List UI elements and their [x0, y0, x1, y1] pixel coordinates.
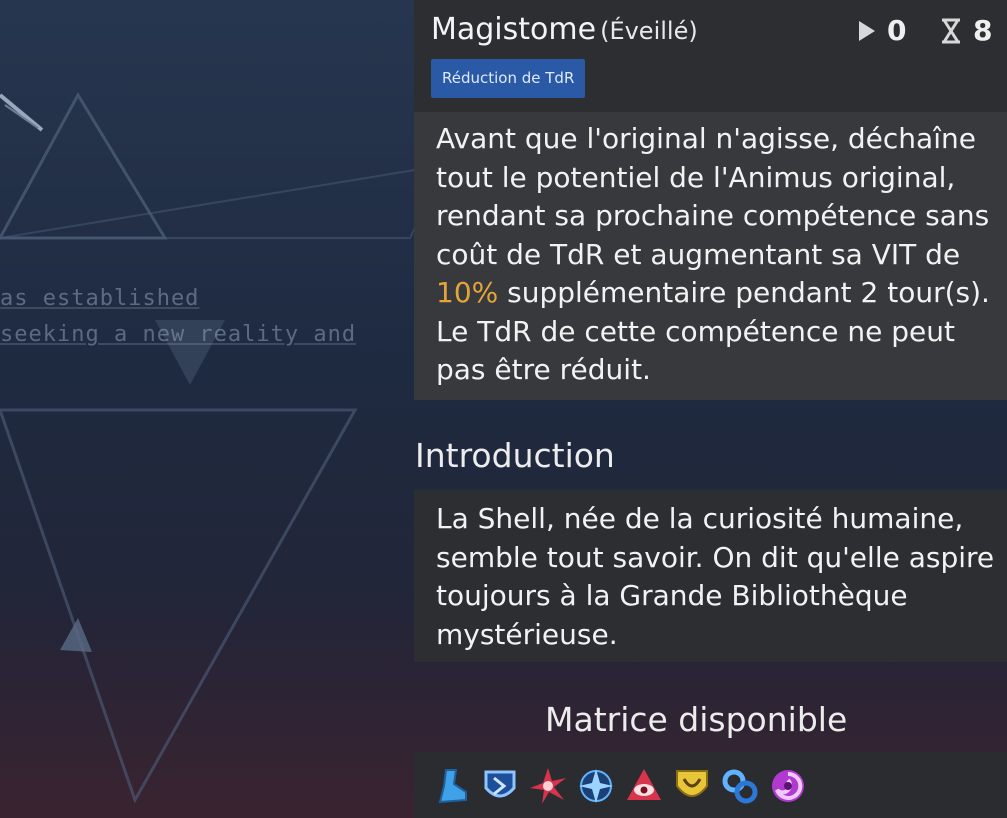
skill-header-panel: Magistome (Éveillé) 0 8 Réduction de TdR [414, 0, 1007, 112]
matrix-panel [414, 752, 1007, 818]
hourglass-count: 8 [973, 14, 993, 47]
hourglass-icon [942, 18, 960, 43]
compass-star-icon[interactable] [576, 766, 616, 806]
play-count-stat: 0 [857, 14, 906, 47]
spiked-star-icon[interactable] [528, 766, 568, 806]
eye-triangle-icon[interactable] [624, 766, 664, 806]
description-highlight: 10% [436, 276, 499, 309]
shield-chevron-icon[interactable] [480, 766, 520, 806]
description-part-2: supplémentaire pendant 2 tour(s). Le TdR… [436, 276, 990, 386]
skill-tag-badge: Réduction de TdR [431, 59, 586, 98]
introduction-text: La Shell, née de la curiosité humaine, s… [436, 502, 995, 651]
cooldown-stat: 8 [939, 14, 992, 47]
description-part-1: Avant que l'original n'agisse, déchaîne … [436, 122, 990, 271]
skill-name: Magistome [431, 12, 597, 47]
matrix-icon-list [432, 766, 808, 806]
skill-description: Avant que l'original n'agisse, déchaîne … [436, 120, 1001, 390]
swirl-icon[interactable] [768, 766, 808, 806]
play-count: 0 [887, 14, 907, 47]
skill-title: Magistome (Éveillé) [431, 12, 698, 47]
boot-icon[interactable] [432, 766, 472, 806]
skill-description-panel: Avant que l'original n'agisse, déchaîne … [414, 112, 1007, 400]
skill-state: (Éveillé) [600, 17, 698, 45]
linked-rings-icon[interactable] [720, 766, 760, 806]
background-text-line-2: seeking a new reality and [0, 322, 357, 347]
introduction-title: Introduction [415, 436, 615, 475]
play-icon [859, 20, 875, 41]
introduction-panel: La Shell, née de la curiosité humaine, s… [414, 490, 1007, 662]
gold-shield-icon[interactable] [672, 766, 712, 806]
matrix-title: Matrice disponible [545, 700, 848, 739]
background-text-line-1: as established [0, 286, 200, 311]
